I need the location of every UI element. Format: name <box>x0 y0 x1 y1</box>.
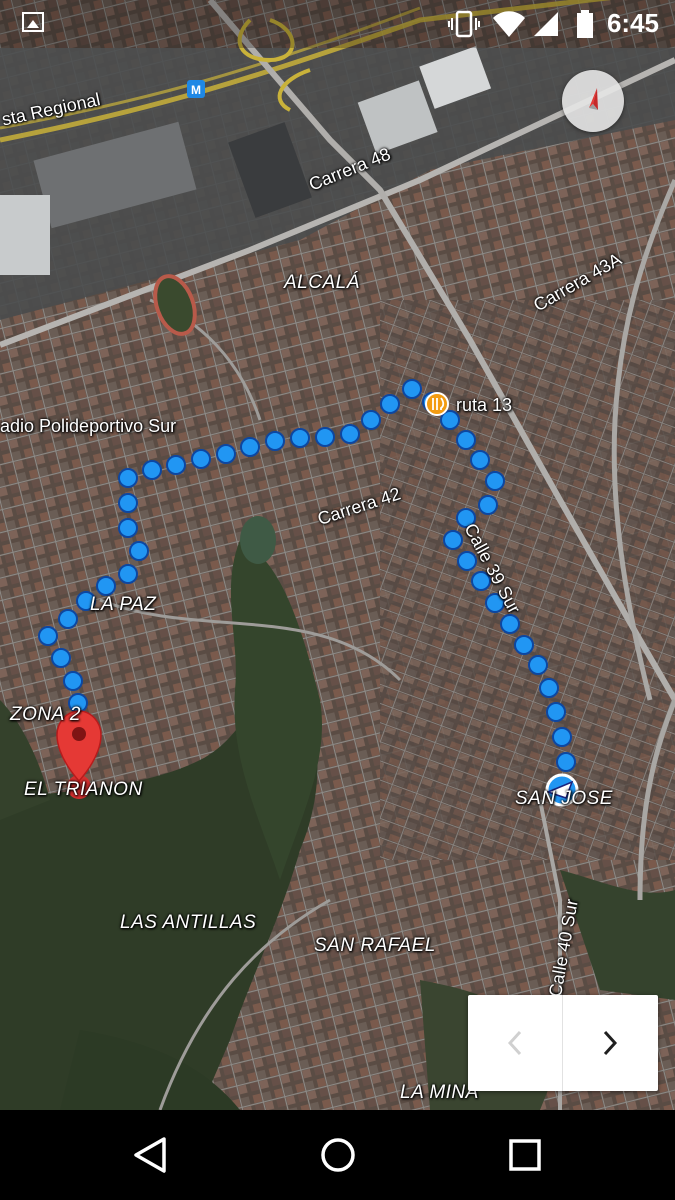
next-step-button[interactable] <box>563 995 657 1091</box>
battery-icon <box>577 10 593 38</box>
route-dot <box>96 576 116 596</box>
route-dot <box>118 468 138 488</box>
ruta-13-label: ruta 13 <box>456 395 513 415</box>
route-dot <box>129 541 149 561</box>
zona-label: ZONA 2 <box>10 704 81 725</box>
route-dot <box>58 609 78 629</box>
route-dot <box>546 702 566 722</box>
las-antillas-label: LAS ANTILLAS <box>120 912 257 933</box>
route-dot <box>63 671 83 691</box>
gallery-icon <box>22 12 44 32</box>
route-dot <box>118 493 138 513</box>
compass-icon <box>589 88 598 110</box>
route-dot <box>539 678 559 698</box>
alcala-label: ALCALÁ <box>284 272 360 293</box>
la-mina-label: LA MINA <box>400 1082 479 1103</box>
route-dot <box>361 410 381 430</box>
route-dot <box>380 394 400 414</box>
restaurant-icon <box>425 392 449 416</box>
route-dot <box>402 379 422 399</box>
route-dot <box>265 431 285 451</box>
route-dot <box>290 428 310 448</box>
previous-step-button[interactable] <box>468 995 562 1091</box>
back-button[interactable] <box>130 1135 170 1175</box>
el-trianon-label: EL TRIANON <box>24 779 143 800</box>
route-dot <box>315 427 335 447</box>
route-step-control <box>468 995 658 1091</box>
recents-icon <box>509 1139 541 1171</box>
chevron-right-icon <box>603 1030 618 1056</box>
san-rafael-label: SAN RAFAEL <box>314 935 436 956</box>
navigation-bar <box>0 1110 675 1200</box>
route-dot <box>191 449 211 469</box>
home-button[interactable] <box>318 1135 358 1175</box>
status-bar: 6:45 <box>0 0 675 48</box>
san-jose-label: SAN JOSE <box>515 788 613 809</box>
status-clock: 6:45 <box>606 8 659 38</box>
route-dot <box>478 495 498 515</box>
route-dot <box>514 635 534 655</box>
map-view[interactable]: M sta Regional Carrera 48 ALCALÁ Carrera… <box>0 0 675 1110</box>
route-dot <box>500 614 520 634</box>
route-dot <box>240 437 260 457</box>
back-icon <box>134 1137 166 1173</box>
signal-icon <box>534 12 558 36</box>
route-dot <box>38 626 58 646</box>
route-dot <box>485 471 505 491</box>
home-icon <box>321 1138 355 1172</box>
route-dot <box>166 455 186 475</box>
la-paz-label: LA PAZ <box>90 594 157 615</box>
route-dot <box>51 648 71 668</box>
compass-button[interactable] <box>562 70 624 132</box>
estadio-label: adio Polideportivo Sur <box>0 416 177 436</box>
route-dot <box>556 752 576 772</box>
route-dot <box>118 564 138 584</box>
route-dot <box>528 655 548 675</box>
route-dot <box>456 430 476 450</box>
route-dot <box>142 460 162 480</box>
route-dot <box>118 518 138 538</box>
recents-button[interactable] <box>505 1135 545 1175</box>
svg-text:M: M <box>191 83 201 97</box>
route-dot <box>216 444 236 464</box>
route-dot <box>470 450 490 470</box>
route-dot <box>552 727 572 747</box>
route-dot <box>443 530 463 550</box>
chevron-left-icon <box>507 1030 522 1056</box>
vibrate-icon <box>448 10 480 38</box>
wifi-icon <box>493 11 525 37</box>
route-dot <box>340 424 360 444</box>
